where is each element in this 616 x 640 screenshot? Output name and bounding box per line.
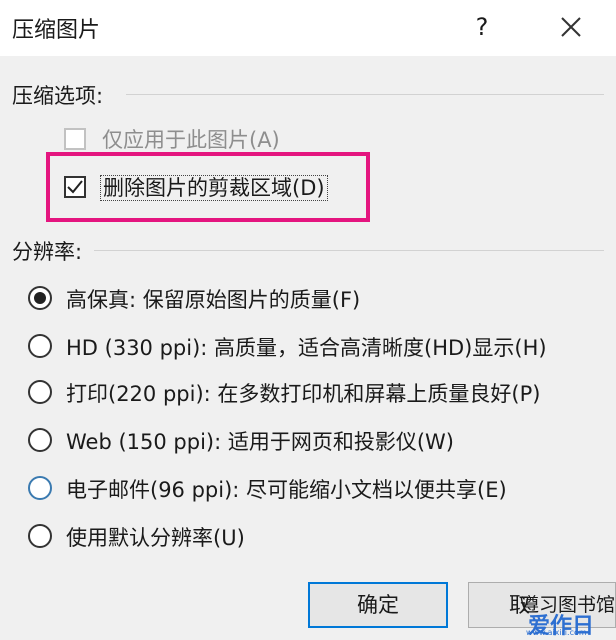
apply-only-label: 仅应用于此图片(A): [102, 128, 280, 152]
resolution-heading: 分辨率:: [12, 240, 83, 264]
resolution-separator: [94, 250, 604, 251]
dialog-title: 压缩图片: [12, 18, 101, 43]
radio-web-label: Web (150 ppi): 适用于网页和投影仪(W): [66, 430, 454, 454]
close-button[interactable]: [554, 10, 588, 44]
compress-options-separator: [126, 94, 604, 95]
question-mark-icon: ?: [475, 13, 489, 41]
apply-only-checkbox[interactable]: [64, 128, 86, 150]
radio-high-fidelity-label: 高保真: 保留原始图片的质量(F): [66, 288, 361, 312]
checkmark-icon: [67, 180, 83, 194]
close-icon: [561, 17, 581, 37]
title-bar: 压缩图片 ?: [0, 0, 616, 56]
radio-hd-label: HD (330 ppi): 高质量，适合高清晰度(HD)显示(H): [66, 336, 547, 360]
radio-high-fidelity[interactable]: [28, 286, 52, 310]
radio-email[interactable]: [28, 476, 52, 500]
ok-button[interactable]: 确定: [308, 582, 448, 628]
delete-cropped-areas-checkbox[interactable]: [64, 176, 86, 198]
radio-default-resolution-label: 使用默认分辨率(U): [66, 526, 245, 550]
help-button[interactable]: ?: [466, 10, 498, 44]
radio-email-label: 电子邮件(96 ppi): 尽可能缩小文档以便共享(E): [66, 478, 507, 502]
delete-cropped-areas-text: 删除图片的剪裁区域(D): [100, 175, 328, 201]
delete-cropped-areas-label: 删除图片的剪裁区域(D): [100, 172, 328, 202]
compress-options-heading: 压缩选项:: [12, 84, 104, 108]
radio-print-label: 打印(220 ppi): 在多数打印机和屏幕上质量良好(P): [66, 382, 541, 406]
radio-hd[interactable]: [28, 334, 52, 358]
watermark: 遵习图书馆 爱作日 www.aixiri.com: [508, 588, 616, 639]
radio-selected-dot: [34, 292, 46, 304]
radio-default-resolution[interactable]: [28, 524, 52, 548]
radio-web[interactable]: [28, 428, 52, 452]
radio-print[interactable]: [28, 380, 52, 404]
